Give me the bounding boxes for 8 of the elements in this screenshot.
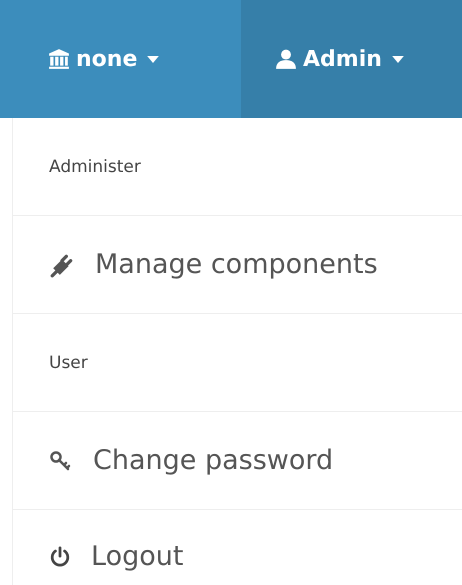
bank-icon bbox=[48, 48, 70, 70]
key-icon bbox=[49, 448, 73, 472]
user-icon bbox=[275, 48, 297, 70]
plug-icon bbox=[49, 252, 75, 278]
nav-tab[interactable]: Admin bbox=[241, 0, 462, 118]
caret-icon bbox=[147, 56, 160, 62]
caret-icon bbox=[392, 56, 404, 62]
power-icon bbox=[49, 546, 71, 568]
